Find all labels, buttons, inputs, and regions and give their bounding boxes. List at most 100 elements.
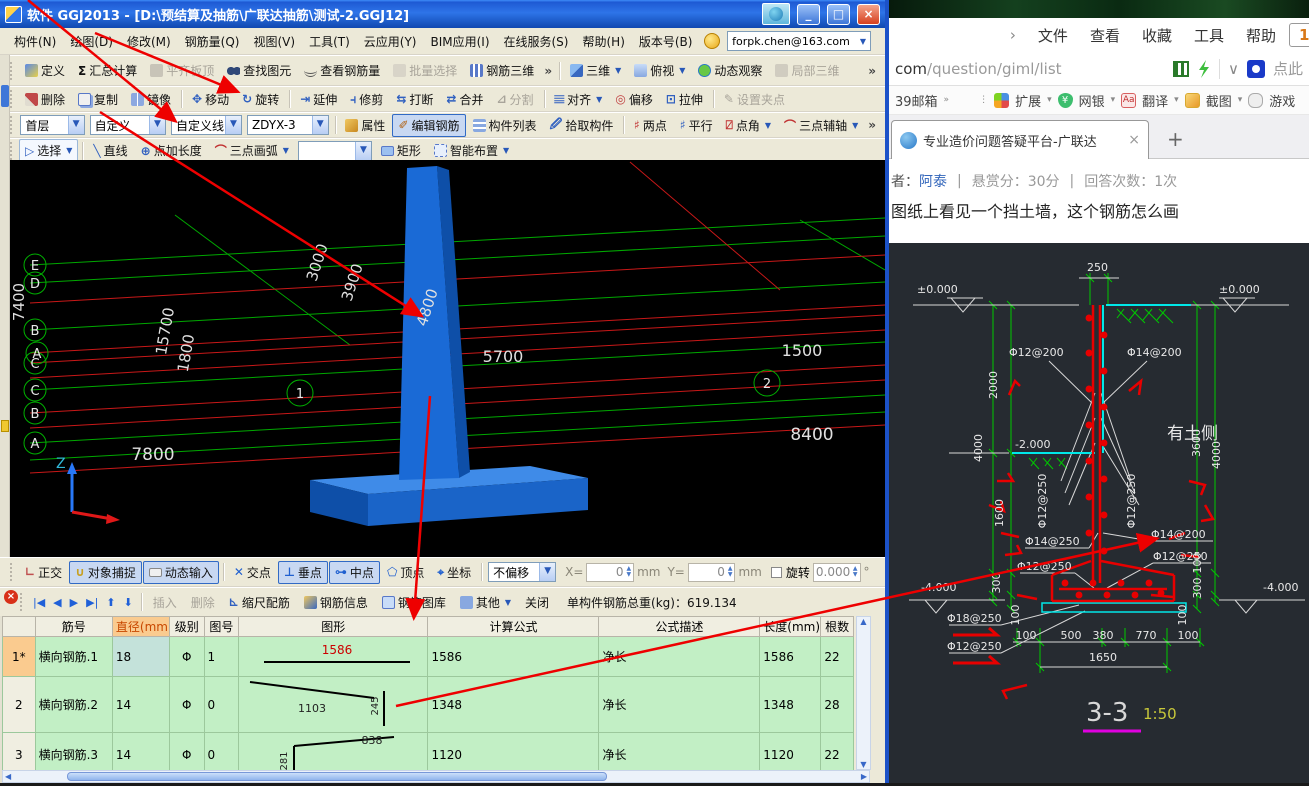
bank-shield-icon[interactable]: ¥ — [1058, 93, 1073, 108]
browser-menu-help[interactable]: 帮助 — [1237, 25, 1285, 46]
more-chevron-icon[interactable]: » — [944, 95, 950, 105]
url-promo-text[interactable]: 点此 — [1273, 58, 1303, 79]
rotate-button[interactable]: ↻旋转 — [236, 88, 285, 111]
top-view-button[interactable]: 俯视▼ — [628, 59, 691, 82]
wall-3d-model[interactable] — [310, 166, 588, 526]
account-dropdown[interactable]: forpk.chen@163.com▼ — [727, 31, 871, 51]
insert-row-button[interactable]: 插入 — [147, 591, 183, 614]
delete-button[interactable]: 删除 — [19, 88, 71, 111]
y-input[interactable]: 0▲▼ — [688, 563, 736, 582]
col-fig-no[interactable]: 图号 — [204, 617, 239, 637]
close-panel-button[interactable]: 关闭 — [519, 591, 555, 614]
cad-titlebar[interactable]: 软件 GGJ2013 - [D:\预结算及抽筋\广联达抽筋\测试-2.GGJ12… — [0, 0, 885, 28]
col-formula[interactable]: 计算公式 — [428, 617, 599, 637]
coordinate-button[interactable]: ⌖坐标 — [431, 561, 477, 584]
lightning-icon[interactable] — [1197, 60, 1211, 78]
table-row[interactable]: 2 横向钢筋.2 14 Φ 0 1103245 1348 净长 1348 28 — [3, 677, 854, 733]
offset-button[interactable]: ◎偏移 — [609, 88, 659, 111]
intersection-snap-button[interactable]: ✕交点 — [228, 561, 277, 584]
move-down-button[interactable]: ⬇ — [121, 595, 136, 610]
col-rebar-id[interactable]: 筋号 — [35, 617, 112, 637]
stretch-button[interactable]: ⊡拉伸 — [660, 88, 709, 111]
prev-record-button[interactable]: ◀ — [50, 595, 64, 610]
element-select[interactable]: ZDYX-3▼ — [247, 115, 329, 135]
first-record-button[interactable]: |◀ — [30, 595, 48, 610]
last-record-button[interactable]: ▶| — [83, 595, 101, 610]
bookmark-extensions[interactable]: 扩展 — [1015, 91, 1041, 110]
browser-menu-file[interactable]: 文件 — [1029, 25, 1077, 46]
dynamic-input-button[interactable]: 动态输入 — [143, 561, 219, 584]
orbit-button[interactable]: 动态观察 — [692, 59, 768, 82]
tab-close-icon[interactable]: × — [1128, 132, 1140, 148]
menu-cloud[interactable]: 云应用(Y) — [358, 30, 423, 53]
browser-menu-fav[interactable]: 收藏 — [1133, 25, 1181, 46]
other-button[interactable]: 其他▼ — [454, 591, 517, 614]
point-angle-button[interactable]: ⍁点角▼ — [720, 114, 777, 137]
next-record-button[interactable]: ▶ — [67, 595, 81, 610]
menu-modify[interactable]: 修改(M) — [121, 30, 177, 53]
move-up-button[interactable]: ⬆ — [103, 595, 118, 610]
toolbar-overflow-icon[interactable]: » — [541, 64, 555, 78]
osnap-button[interactable]: ∪对象捕捉 — [69, 561, 142, 584]
chevron-down-icon[interactable]: ∨ — [1228, 60, 1239, 78]
table-horizontal-scrollbar[interactable]: ◀▶ — [2, 770, 870, 783]
menu-rebar-qty[interactable]: 钢筋量(Q) — [179, 30, 246, 53]
perpendicular-snap-button[interactable]: ⊥垂点 — [278, 561, 328, 584]
baidu-paw-icon[interactable] — [1247, 60, 1265, 78]
menu-tools[interactable]: 工具(T) — [303, 30, 356, 53]
table-row[interactable]: 1* 横向钢筋.1 18 Φ 1 1586 1586 净长 1586 22 — [3, 637, 854, 677]
qq-icon[interactable] — [762, 3, 790, 25]
game-icon[interactable] — [1248, 93, 1263, 108]
angle-input[interactable]: 0.000▲▼ — [813, 563, 861, 582]
type-select[interactable]: 自定义线▼ — [171, 115, 242, 135]
screenshot-icon[interactable] — [1185, 93, 1200, 108]
trim-button[interactable]: ⫞修剪 — [344, 88, 389, 111]
delete-row-button[interactable]: 删除 — [185, 591, 221, 614]
smart-layout-button[interactable]: 智能布置▼ — [428, 139, 515, 162]
panel-close-icon[interactable]: × — [4, 590, 18, 604]
floor-select[interactable]: 首层▼ — [20, 115, 84, 135]
local-3d-button[interactable]: 局部三维 — [769, 59, 845, 82]
midpoint-snap-button[interactable]: ⊶中点 — [329, 561, 380, 584]
rotate-checkbox[interactable] — [771, 567, 782, 578]
style-select[interactable]: ▼ — [298, 141, 372, 161]
bookmark-mail[interactable]: 39邮箱 — [895, 91, 938, 110]
minimize-button[interactable]: _ — [797, 4, 820, 25]
rectangle-button[interactable]: 矩形 — [375, 139, 427, 162]
break-button[interactable]: ⇆打断 — [390, 88, 439, 111]
scale-rebar-button[interactable]: ⊾缩尺配筋 — [223, 591, 296, 614]
col-grade[interactable]: 级别 — [169, 617, 204, 637]
bookmark-screenshot[interactable]: 截图 — [1206, 91, 1232, 110]
maximize-button[interactable]: □ — [827, 4, 850, 25]
align-slab-top-button[interactable]: 平齐板顶 — [144, 59, 220, 82]
browser-tab[interactable]: 专业造价问题答疑平台-广联达 × — [891, 120, 1149, 159]
menu-version[interactable]: 版本号(B) — [633, 30, 699, 53]
menu-view[interactable]: 视图(V) — [247, 30, 301, 53]
rail-tab[interactable] — [1, 85, 9, 107]
edit-rebar-button[interactable]: ✐编辑钢筋 — [392, 114, 465, 137]
find-element-button[interactable]: 查找图元 — [221, 59, 297, 82]
vertex-snap-button[interactable]: ⬠顶点 — [381, 561, 430, 584]
properties-button[interactable]: 属性 — [339, 114, 391, 137]
parallel-button[interactable]: ♯平行 — [674, 114, 719, 137]
col-formula-desc[interactable]: 公式描述 — [599, 617, 760, 637]
batch-select-button[interactable]: 批量选择 — [387, 59, 463, 82]
col-diameter[interactable]: 直径(mm) — [112, 617, 169, 637]
extensions-icon[interactable] — [994, 93, 1009, 108]
merge-button[interactable]: ⇄合并 — [440, 88, 489, 111]
two-point-button[interactable]: ♯两点 — [628, 114, 673, 137]
split-button[interactable]: ⊿分割 — [490, 88, 539, 111]
browser-urlbar[interactable]: com/question/giml/list ∨ 点此 — [889, 52, 1309, 86]
offset-mode-select[interactable]: 不偏移▼ — [488, 562, 556, 582]
col-count[interactable]: 根数 — [821, 617, 854, 637]
pick-component-button[interactable]: 🖉拾取构件 — [544, 112, 620, 139]
col-shape[interactable]: 图形 — [239, 617, 428, 637]
menu-help[interactable]: 帮助(H) — [576, 30, 630, 53]
col-length[interactable]: 长度(mm) — [760, 617, 821, 637]
summary-calc-button[interactable]: Σ汇总计算 — [72, 59, 143, 82]
category-select[interactable]: 自定义▼ — [90, 115, 166, 135]
set-grip-button[interactable]: ✎设置夹点 — [718, 88, 791, 111]
menu-bim[interactable]: BIM应用(I) — [424, 30, 495, 53]
toolbar-overflow-icon[interactable]: » — [865, 118, 879, 132]
point-length-button[interactable]: ⊕点加长度 — [135, 139, 208, 162]
